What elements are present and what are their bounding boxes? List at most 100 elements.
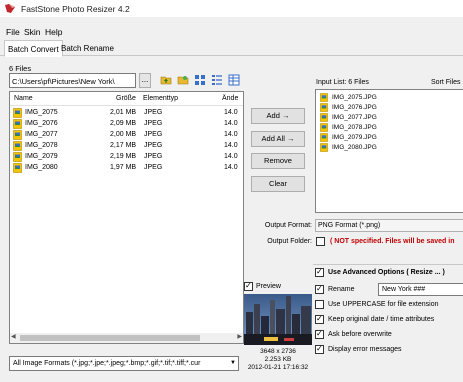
path-input[interactable]: C:\Users\pf\Pictures\New York\ [9,73,136,88]
ask-overwrite-checkbox[interactable] [315,329,324,339]
uppercase-extension-label: Use UPPERCASE for file extension [328,301,439,308]
rename-checkbox[interactable] [315,284,324,294]
input-file-list[interactable]: IMG_2075.JPG IMG_2076.JPG IMG_2077.JPG IMG_… [315,89,463,213]
display-errors-checkbox[interactable] [315,344,324,354]
browse-button[interactable]: ... [139,73,151,88]
file-list-row[interactable]: IMG_2077 2,00 MB JPEG 14.0 [10,130,243,141]
file-size: 2,01 MB [110,109,137,116]
display-errors-label: Display error messages [328,346,402,353]
file-date: 14.0 [224,153,238,160]
output-folder-label: Output Folder: [267,238,312,245]
input-file-name: IMG_2080.JPG [332,144,377,151]
menu-help[interactable]: Help [45,27,62,37]
file-list-header: Name Größe Elementtyp Ände [10,92,243,106]
sort-files-label[interactable]: Sort Files [431,79,461,86]
column-header-size[interactable]: Größe [116,95,136,102]
rename-pattern-input[interactable]: New York ### [378,283,463,296]
menu-skin[interactable]: Skin [24,27,41,37]
file-list-row[interactable]: IMG_2078 2,17 MB JPEG 14.0 [10,141,243,152]
file-size: 2,19 MB [110,153,137,160]
image-file-icon [13,108,22,118]
advanced-options-label[interactable]: Use Advanced Options ( Resize ... ) [328,269,445,276]
keep-date-checkbox[interactable] [315,314,324,324]
preview-label: Preview [256,283,281,290]
file-date: 14.0 [224,120,238,127]
details-view-icon[interactable] [211,74,223,86]
column-header-type[interactable]: Elementtyp [143,95,178,102]
column-header-date[interactable]: Ände [222,95,238,102]
new-folder-icon[interactable] [177,74,189,86]
app-icon [5,4,15,13]
rename-label: Rename [328,286,355,293]
advanced-options-checkbox[interactable] [315,267,324,277]
file-size: 1,97 MB [110,164,137,171]
image-file-icon [13,141,22,151]
menu-file[interactable]: File [6,27,20,37]
file-list-row[interactable]: IMG_2080 1,97 MB JPEG 14.0 [10,163,243,174]
image-file-icon [320,113,328,122]
file-date: 14.0 [224,164,238,171]
file-type: JPEG [144,131,163,138]
input-file-name: IMG_2078.JPG [332,124,377,131]
file-list-row[interactable]: IMG_2079 2,19 MB JPEG 14.0 [10,152,243,163]
tab-batch-convert[interactable]: Batch Convert [4,40,63,57]
input-file-name: IMG_2076.JPG [332,104,377,111]
file-date: 14.0 [224,131,238,138]
chevron-down-icon: ▼ [230,360,236,366]
menu-bar: File Skin Help [0,22,463,37]
keep-date-label: Keep original date / time attributes [328,316,435,323]
image-file-icon [320,123,328,132]
input-file-name: IMG_2075.JPG [332,94,377,101]
remove-button[interactable]: Remove [251,153,305,169]
file-list-row[interactable]: IMG_2076 2,09 MB JPEG 14.0 [10,119,243,130]
title-bar: FastStone Photo Resizer 4.2 [0,0,463,17]
tab-batch-rename[interactable]: Batch Rename [58,40,117,56]
file-date: 14.0 [224,109,238,116]
image-file-icon [13,119,22,129]
input-list-label: Input List: 6 Files [316,79,369,86]
image-file-icon [320,133,328,142]
file-name: IMG_2076 [25,120,58,127]
advanced-options-divider [313,264,463,265]
file-name: IMG_2078 [25,142,58,149]
file-size: 2,09 MB [110,120,137,127]
output-format-select[interactable]: PNG Format (*.png) [315,219,463,232]
column-header-name[interactable]: Name [14,95,33,102]
file-type: JPEG [144,120,163,127]
image-file-icon [13,163,22,173]
preview-dimensions: 3648 x 2736 [260,348,296,355]
file-name: IMG_2077 [25,131,58,138]
file-type: JPEG [144,142,163,149]
file-name: IMG_2079 [25,153,58,160]
output-format-label: Output Format: [264,222,312,229]
output-folder-warning: ( NOT specified. Files will be saved in [330,238,455,245]
files-count-label: 6 Files [9,64,32,73]
scroll-right-arrow-icon[interactable]: ▶ [237,333,242,340]
file-type: JPEG [144,164,163,171]
ask-overwrite-label: Ask before overwrite [328,331,392,338]
window-title: FastStone Photo Resizer 4.2 [21,4,130,14]
image-file-icon [13,130,22,140]
image-file-icon [320,103,328,112]
input-file-name: IMG_2079.JPG [332,134,377,141]
preview-checkbox[interactable] [244,281,253,291]
uppercase-extension-checkbox[interactable] [315,300,324,309]
add-all-button[interactable]: Add All → [251,131,305,147]
file-size: 2,00 MB [110,131,137,138]
file-type-filter-select[interactable]: All Image Formats (*.jpg;*.jpe;*.jpeg;*.… [9,356,239,371]
file-browser-list[interactable]: Name Größe Elementtyp Ände IMG_2075 2,01 … [9,91,244,344]
thumbnails-view-icon[interactable] [194,74,206,86]
scrollbar-thumb[interactable] [20,335,200,341]
horizontal-scrollbar[interactable]: ◀ ▶ [10,333,243,343]
folder-up-icon[interactable] [160,74,172,86]
file-list-row[interactable]: IMG_2075 2,01 MB JPEG 14.0 [10,108,243,119]
file-size: 2,17 MB [110,142,137,149]
output-folder-checkbox[interactable] [316,237,325,246]
scroll-left-arrow-icon[interactable]: ◀ [11,333,16,340]
add-button[interactable]: Add → [251,108,305,124]
list-view-icon[interactable] [228,74,240,86]
preview-filesize: 2.253 KB [264,356,292,363]
file-name: IMG_2080 [25,164,58,171]
clear-button[interactable]: Clear [251,176,305,192]
file-name: IMG_2075 [25,109,58,116]
